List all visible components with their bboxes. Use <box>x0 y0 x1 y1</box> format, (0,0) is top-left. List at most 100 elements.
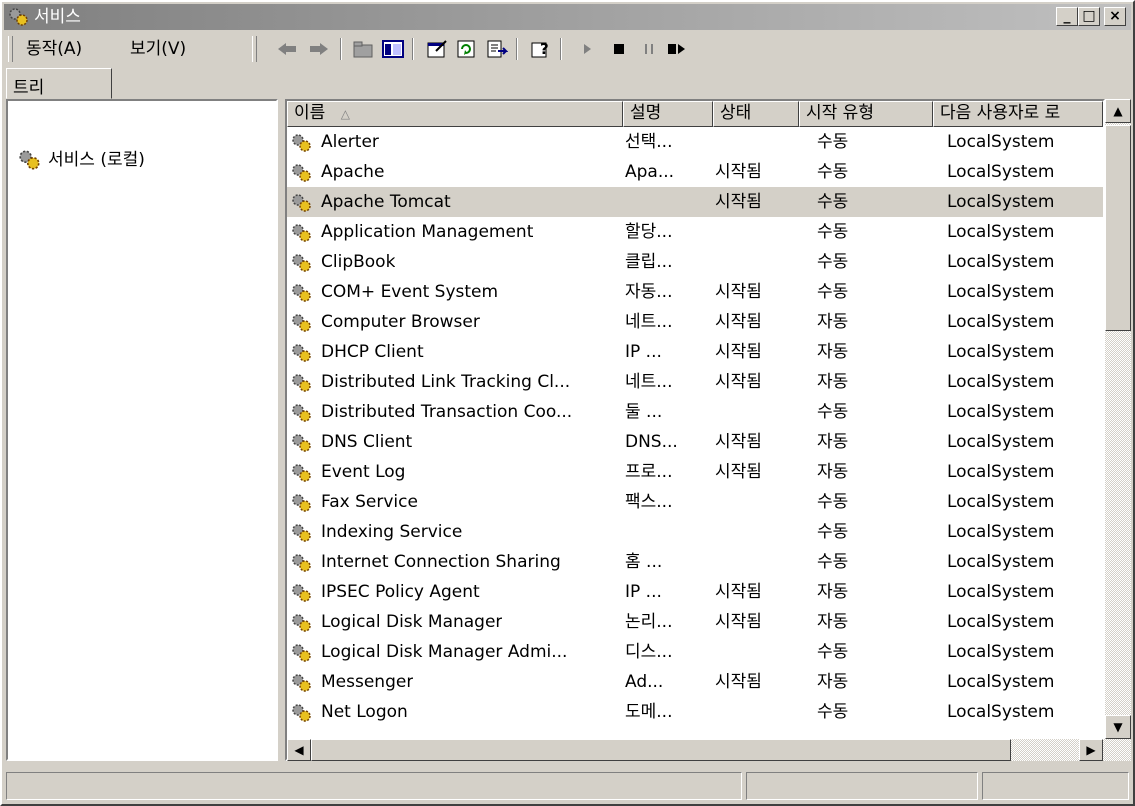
tree-tab-label: 트리 <box>13 78 45 98</box>
table-row[interactable]: COM+ Event System 자동... 시작됨 수동 LocalSystem <box>287 277 1103 307</box>
table-row[interactable]: Fax Service 팩스... 수동 LocalSystem <box>287 487 1103 517</box>
cell-description: IP ... <box>625 342 662 362</box>
cell-logon: LocalSystem <box>947 612 1055 632</box>
scroll-down-button[interactable]: ▼ <box>1105 715 1131 739</box>
forward-arrow-icon[interactable] <box>306 37 332 61</box>
column-header-description[interactable]: 설명 <box>623 101 713 127</box>
table-row[interactable]: Logical Disk Manager Admi... 디스... 수동 Local… <box>287 637 1103 667</box>
scroll-left-button[interactable]: ◀ <box>287 739 311 761</box>
cell-startup: 자동 <box>817 372 849 392</box>
scroll-up-button[interactable]: ▲ <box>1105 99 1131 123</box>
menu-action[interactable]: 동작(A) <box>26 38 82 60</box>
tree-item-label: 서비스 (로컬) <box>48 150 145 170</box>
horizontal-scroll-thumb[interactable] <box>311 739 1011 761</box>
table-row[interactable]: DHCP Client IP ... 시작됨 자동 LocalSystem <box>287 337 1103 367</box>
close-button[interactable]: × <box>1104 7 1126 26</box>
cell-status: 시작됨 <box>715 192 762 212</box>
status-bar <box>6 772 1131 800</box>
cell-name: DNS Client <box>321 432 413 452</box>
vertical-scrollbar[interactable]: ▲ ▼ <box>1105 99 1131 761</box>
cell-startup: 수동 <box>817 552 849 572</box>
table-row[interactable]: Distributed Transaction Coo... 둘 ... 수동 Loc… <box>287 397 1103 427</box>
table-row[interactable]: IPSEC Policy Agent IP ... 시작됨 자동 LocalSystem <box>287 577 1103 607</box>
toolbar-separator <box>560 38 562 60</box>
table-row[interactable]: Alerter 선택... 수동 LocalSystem <box>287 127 1103 157</box>
cell-logon: LocalSystem <box>947 492 1055 512</box>
table-row[interactable]: Computer Browser 네트... 시작됨 자동 LocalSystem <box>287 307 1103 337</box>
column-header-status[interactable]: 상태 <box>713 101 799 127</box>
back-arrow-icon[interactable] <box>274 37 300 61</box>
start-icon[interactable] <box>574 37 600 61</box>
table-row[interactable]: ClipBook 클립... 수동 LocalSystem <box>287 247 1103 277</box>
cell-description: Apa... <box>625 162 675 182</box>
toolbar-grip[interactable] <box>252 36 257 62</box>
up-folder-icon[interactable] <box>350 37 376 61</box>
table-row[interactable]: Apache Apa... 시작됨 수동 LocalSystem <box>287 157 1103 187</box>
show-tree-icon[interactable] <box>380 37 406 61</box>
maximize-button[interactable]: □ <box>1078 7 1100 26</box>
cell-status: 시작됨 <box>715 612 762 632</box>
service-gear-icon <box>292 464 311 482</box>
table-row[interactable]: Distributed Link Tracking Cl... 네트... 시작됨 자… <box>287 367 1103 397</box>
cell-logon: LocalSystem <box>947 522 1055 542</box>
list-header: 이름 △ 설명 상태 시작 유형 다음 사용자로 로 <box>287 101 1103 127</box>
vertical-scroll-thumb[interactable] <box>1105 125 1131 331</box>
cell-logon: LocalSystem <box>947 432 1055 452</box>
cell-status: 시작됨 <box>715 432 762 452</box>
menu-grip[interactable] <box>8 36 13 62</box>
cell-startup: 수동 <box>817 702 849 722</box>
cell-startup: 수동 <box>817 252 849 272</box>
cell-description: IP ... <box>625 582 662 602</box>
cell-description: 팩스... <box>625 492 673 512</box>
cell-status: 시작됨 <box>715 282 762 302</box>
cell-name: Logical Disk Manager <box>321 612 503 632</box>
refresh-icon[interactable] <box>454 37 480 61</box>
cell-startup: 수동 <box>817 162 849 182</box>
service-gear-icon <box>292 494 311 512</box>
cell-description: DNS... <box>625 432 678 452</box>
column-header-logon[interactable]: 다음 사용자로 로 <box>933 101 1103 127</box>
cell-name: COM+ Event System <box>321 282 499 302</box>
menu-view[interactable]: 보기(V) <box>130 38 186 60</box>
tab-tree[interactable]: 트리 <box>6 68 112 99</box>
column-header-name[interactable]: 이름 △ <box>287 101 623 127</box>
table-row[interactable]: Internet Connection Sharing 홈 ... 수동 LocalS… <box>287 547 1103 577</box>
table-row[interactable]: Apache Tomcat 시작됨 수동 LocalSystem <box>287 187 1103 217</box>
service-gear-icon <box>292 614 311 632</box>
window-title: 서비스 <box>34 7 81 27</box>
table-row[interactable]: Net Logon 도메... 수동 LocalSystem <box>287 697 1103 727</box>
horizontal-scrollbar[interactable]: ◀ ▶ <box>287 739 1105 761</box>
service-gear-icon <box>292 134 311 152</box>
table-row[interactable]: Event Log 프로... 시작됨 자동 LocalSystem <box>287 457 1103 487</box>
scroll-right-button[interactable]: ▶ <box>1079 739 1103 761</box>
cell-name: Logical Disk Manager Admi... <box>321 642 568 662</box>
cell-logon: LocalSystem <box>947 342 1055 362</box>
table-row[interactable]: Application Management 할당... 수동 LocalSystem <box>287 217 1103 247</box>
cell-logon: LocalSystem <box>947 672 1055 692</box>
pause-icon[interactable] <box>636 37 662 61</box>
restart-icon[interactable] <box>664 37 690 61</box>
cell-name: Messenger <box>321 672 414 692</box>
cell-logon: LocalSystem <box>947 552 1055 572</box>
cell-name: Computer Browser <box>321 312 480 332</box>
table-row[interactable]: Messenger Ad... 시작됨 자동 LocalSystem <box>287 667 1103 697</box>
minimize-button[interactable]: _ <box>1056 7 1078 26</box>
column-name-label: 이름 <box>294 103 326 123</box>
service-gear-icon <box>292 194 311 212</box>
table-row[interactable]: Logical Disk Manager 논리... 시작됨 자동 LocalSyste… <box>287 607 1103 637</box>
cell-name: Application Management <box>321 222 534 242</box>
service-gear-icon <box>292 284 311 302</box>
export-list-icon[interactable] <box>484 37 510 61</box>
stop-icon[interactable] <box>606 37 632 61</box>
title-bar[interactable]: 서비스 _ □ × <box>4 4 1131 30</box>
help-icon[interactable]: ? <box>528 37 554 61</box>
table-row[interactable]: DNS Client DNS... 시작됨 자동 LocalSystem <box>287 427 1103 457</box>
services-list: 이름 △ 설명 상태 시작 유형 다음 사용자로 로 Alerter 선택... 수… <box>285 99 1105 761</box>
column-header-startup[interactable]: 시작 유형 <box>799 101 933 127</box>
cell-logon: LocalSystem <box>947 192 1055 212</box>
cell-status: 시작됨 <box>715 372 762 392</box>
cell-startup: 자동 <box>817 432 849 452</box>
properties-icon[interactable] <box>424 37 450 61</box>
table-row[interactable]: Indexing Service 수동 LocalSystem <box>287 517 1103 547</box>
menu-toolbar: 동작(A) 보기(V) ? <box>4 32 1131 66</box>
